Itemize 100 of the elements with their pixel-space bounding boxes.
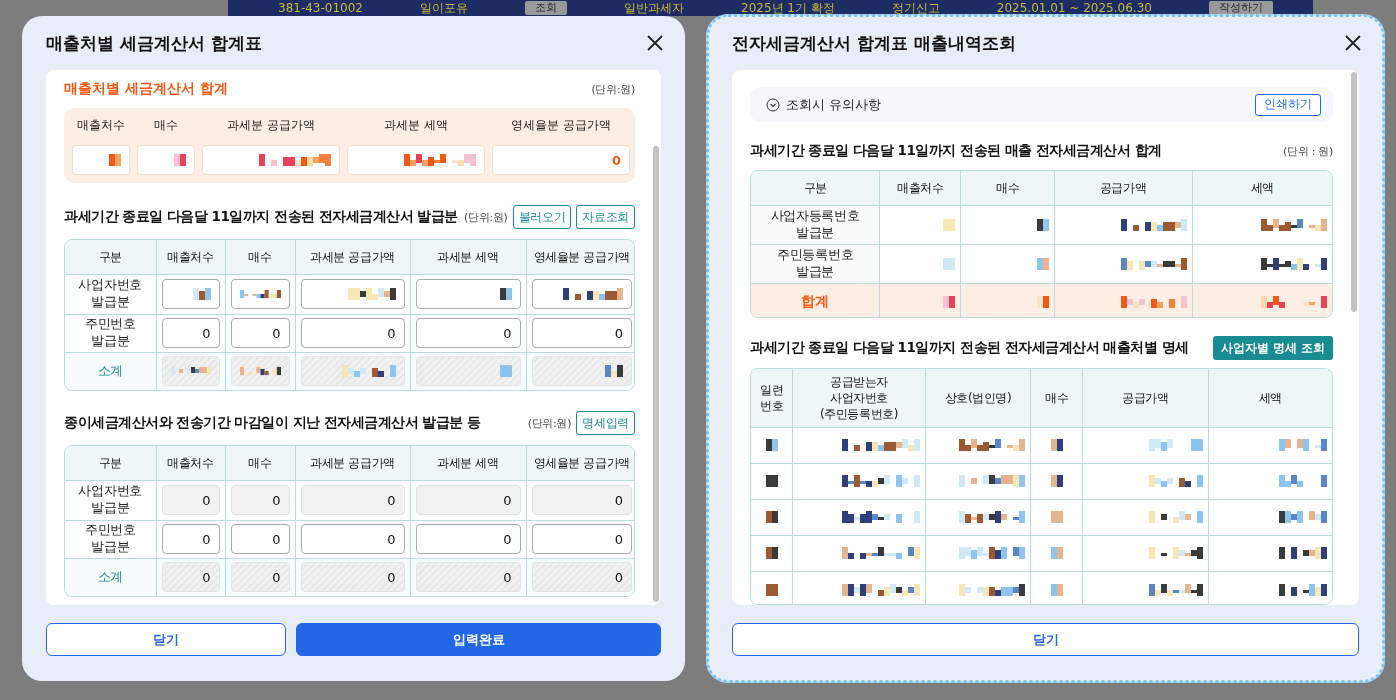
column-header: 구분 <box>65 446 156 480</box>
column-header: 영세율분 공급가액 <box>526 240 634 274</box>
header-text: 2025년 1기 확정 <box>741 1 835 15</box>
header-text: 381-43-01002 <box>278 1 363 15</box>
amount-field: 0 <box>230 562 290 593</box>
header-text: 정기신고 <box>891 1 940 15</box>
action-button[interactable]: 불러오기 <box>512 205 572 229</box>
action-button[interactable]: 자료조회 <box>576 205 636 229</box>
row-label: 사업자번호 발급분 <box>77 277 143 311</box>
unit-label: (단위:원) <box>591 81 635 97</box>
masked-value-drawing <box>347 288 396 300</box>
unit-label: (단위:원) <box>527 415 572 431</box>
amount-field: 0 <box>492 145 630 175</box>
close-icon <box>645 33 665 53</box>
row-label: 사업자번호 발급분 <box>77 483 143 517</box>
column-header: 과세분 공급가액 <box>295 240 410 274</box>
masked-value-drawing <box>341 365 396 378</box>
masked-value-drawing <box>499 365 512 378</box>
amount-field[interactable]: 0 <box>300 318 405 348</box>
header-text: 일이포유 <box>420 1 468 15</box>
column-header: 과세분 세액 <box>383 117 449 134</box>
section-title: 매출처별 세금계산서 합계 <box>64 80 228 98</box>
header-button[interactable]: 조회 <box>525 1 567 15</box>
amount-field: 0 <box>415 562 521 593</box>
amount-field: 0 <box>161 485 220 515</box>
footer-button[interactable]: 닫기 <box>732 623 1359 656</box>
scrollbar[interactable] <box>653 146 659 602</box>
column-header: 과세분 공급가액 <box>295 446 410 480</box>
masked-value-drawing <box>404 154 476 166</box>
section-title: 과세기간 종료일 다음달 11일까지 전송된 전자세금계산서 매출처별 명세 <box>750 339 1189 358</box>
amount-field[interactable] <box>531 279 632 309</box>
header-text: 일반과세자 <box>624 1 684 15</box>
row-label: 소계 <box>96 568 124 586</box>
column-header: 과세분 공급가액 <box>226 117 316 134</box>
action-button[interactable]: 명세입력 <box>576 411 635 435</box>
section-title: 과세기간 종료일 다음달 11일까지 전송된 매출 전자세금계산서 합계 <box>750 142 1162 161</box>
row-label: 합계 <box>800 292 830 312</box>
column-header: 매수 <box>225 240 295 274</box>
column-header: 매출처수 <box>879 171 961 206</box>
amount-field[interactable]: 0 <box>230 318 290 348</box>
masked-value-drawing <box>192 288 211 300</box>
column-header: 매출처수 <box>76 117 126 134</box>
masked-value-drawing <box>499 288 512 300</box>
header-button[interactable]: 작성하기 <box>1208 1 1273 15</box>
amount-field: 0 <box>300 562 405 593</box>
amount-field[interactable]: 0 <box>161 524 220 554</box>
amount-field[interactable]: 0 <box>230 524 290 554</box>
amount-field[interactable] <box>161 279 220 309</box>
masked-value-drawing <box>239 365 281 378</box>
dialog-title: 전자세금계산서 합계표 매출내역조회 <box>732 31 1016 55</box>
column-header: 매수 <box>1030 369 1083 428</box>
scrollbar[interactable] <box>1351 72 1357 312</box>
column-header: 구분 <box>751 171 880 206</box>
column-header: 매수 <box>225 446 295 480</box>
unit-label: (단위 : 원) <box>1283 144 1333 159</box>
masked-value-drawing <box>239 288 281 300</box>
column-header: 일련 번호 <box>751 369 793 428</box>
row-label: 주민번호 발급분 <box>83 522 137 556</box>
amount-field[interactable]: 0 <box>531 524 632 554</box>
section-title: 과세기간 종료일 다음달 11일까지 전송된 전자세금계산서 발급분 <box>64 208 458 226</box>
column-header: 세액 <box>1208 369 1332 428</box>
amount-field: 0 <box>230 485 290 515</box>
row-label: 주민등록번호 발급분 <box>776 247 855 281</box>
amount-field[interactable] <box>230 279 290 309</box>
amount-field[interactable]: 0 <box>300 524 405 554</box>
footer-button[interactable]: 닫기 <box>46 623 287 656</box>
column-header: 영세율분 공급가액 <box>510 117 612 134</box>
print-button[interactable]: 인쇄하기 <box>1255 93 1321 116</box>
masked-value-drawing <box>259 154 331 166</box>
notice-toggle[interactable]: 조회시 유의사항 <box>766 95 882 114</box>
footer-button[interactable]: 입력완료 <box>296 623 661 656</box>
amount-field: 0 <box>161 562 220 593</box>
lookup-button[interactable]: 사업자별 명세 조회 <box>1212 336 1333 361</box>
close-icon <box>1343 33 1363 53</box>
amount-field[interactable] <box>300 279 405 309</box>
amount-field[interactable]: 0 <box>415 318 521 348</box>
section-title: 종이세금계산서와 전송기간 마감일이 지난 전자세금계산서 발급분 등 <box>64 414 481 432</box>
amount-field[interactable] <box>415 279 521 309</box>
expand-icon <box>766 97 780 112</box>
amount-field[interactable]: 0 <box>415 524 521 554</box>
dialog-title: 매출처별 세금계산서 합계표 <box>46 31 262 55</box>
row-label: 사업자등록번호 발급분 <box>769 208 861 242</box>
column-header: 영세율분 공급가액 <box>526 446 634 480</box>
unit-label: (단위:원) <box>464 209 508 225</box>
column-header: 과세분 세액 <box>410 240 526 274</box>
column-header: 공급가액 <box>1082 369 1209 428</box>
amount-field[interactable]: 0 <box>161 318 220 348</box>
column-header: 매수 <box>960 171 1055 206</box>
column-header: 공급받는자 사업자번호 (주민등록번호) <box>792 369 926 428</box>
header-text: 2025.01.01 ~ 2025.06.30 <box>996 1 1152 15</box>
close-button[interactable] <box>1343 33 1363 53</box>
column-header: 매출처수 <box>156 240 225 274</box>
column-header: 매출처수 <box>156 446 225 480</box>
column-header: 과세분 세액 <box>410 446 526 480</box>
amount-field[interactable]: 0 <box>531 318 632 348</box>
close-button[interactable] <box>645 33 665 53</box>
amount-field: 0 <box>531 485 632 515</box>
masked-value-drawing <box>174 154 186 166</box>
column-header: 공급가액 <box>1054 171 1193 206</box>
masked-value-drawing <box>109 154 121 166</box>
